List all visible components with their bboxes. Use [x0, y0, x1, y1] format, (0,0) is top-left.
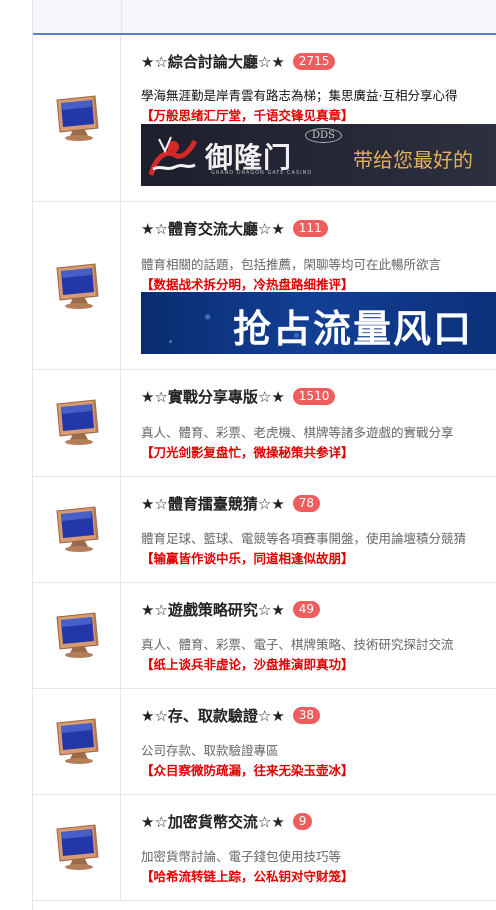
forum-title[interactable]: ★☆加密貨幣交流☆★: [141, 811, 285, 832]
forum-description: 體育足球、籃球、電競等各項賽事開盤，使用論壇積分競猜: [141, 531, 467, 546]
post-count-badge: 111: [292, 220, 328, 237]
ad-banner-yulongmen[interactable]: 御隆门 DDS GRAND DRAGON GATE CASINO 带给您最好的: [141, 124, 496, 186]
forum-title[interactable]: ★☆體育擂臺競猜☆★: [141, 493, 285, 514]
forum-title[interactable]: ★☆體育交流大廳☆★: [141, 218, 285, 239]
forum-row-practice[interactable]: ★☆實戰分享專版☆★ 1510 真人、體育、彩票、老虎機、棋牌等諸多遊戲的實戰分享…: [33, 370, 496, 477]
forum-row-crypto[interactable]: ★☆加密貨幣交流☆★ 9 加密貨幣討論、電子錢包使用技巧等 【哈希流转链上踪，公私…: [33, 795, 496, 901]
forum-slogan: 【输赢皆作谈中乐，同道相逢似故朋】: [141, 551, 354, 566]
forum-title[interactable]: ★☆實戰分享專版☆★: [141, 386, 285, 407]
forum-icon-cell: [33, 477, 121, 582]
post-count-badge: 49: [292, 601, 321, 618]
forum-content: ★☆加密貨幣交流☆★ 9 加密貨幣討論、電子錢包使用技巧等 【哈希流转链上踪，公私…: [141, 795, 496, 900]
forum-icon-cell: [33, 689, 121, 794]
monitor-icon: [56, 718, 99, 765]
forum-title[interactable]: ★☆存、取款驗證☆★: [141, 705, 285, 726]
forum-description: 體育相關的話題，包括推薦，閑聊等均可在此暢所欲言: [141, 257, 442, 272]
monitor-icon: [56, 263, 99, 310]
forum-description: 公司存款、取款驗證專區: [141, 743, 279, 758]
forum-row-deposit-verify[interactable]: ★☆存、取款驗證☆★ 38 公司存款、取款驗證專區 【众目察微防疏漏，往来无染玉壶…: [33, 689, 496, 795]
monitor-icon: [56, 399, 99, 446]
banner-subtext: GRAND DRAGON GATE CASINO: [211, 170, 313, 176]
banner-dds-mark: DDS: [305, 128, 342, 143]
table-header: [33, 0, 496, 35]
forum-slogan: 【众目察微防疏漏，往来无染玉壶冰】: [141, 763, 354, 778]
forum-slogan: 【哈希流转链上踪，公私钥对守财笼】: [141, 869, 354, 884]
forum-icon-cell: [33, 583, 121, 688]
forum-row-sports-betting[interactable]: ★☆體育擂臺競猜☆★ 78 體育足球、籃球、電競等各項賽事開盤，使用論壇積分競猜 …: [33, 477, 496, 583]
forum-icon-cell: [33, 35, 121, 201]
monitor-icon: [56, 612, 99, 659]
forum-content: ★☆體育擂臺競猜☆★ 78 體育足球、籃球、電競等各項賽事開盤，使用論壇積分競猜 …: [141, 477, 496, 582]
forum-icon-cell: [33, 202, 121, 369]
dragon-logo-icon: [148, 136, 198, 176]
post-count-badge: 2715: [292, 53, 336, 70]
monitor-icon: [56, 824, 99, 871]
post-count-badge: 9: [292, 813, 313, 830]
forum-description: 加密貨幣討論、電子錢包使用技巧等: [141, 849, 342, 864]
forum-slogan: 【刀光剑影复盘忙，微操秘策共参详】: [141, 445, 354, 460]
monitor-icon: [56, 506, 99, 553]
forum-slogan: 【纸上谈兵非虚论，沙盘推演即真功】: [141, 657, 354, 672]
forum-description: 真人、體育、彩票、電子、棋牌策略、技術研究探討交流: [141, 637, 454, 652]
forum-content: ★☆體育交流大廳☆★ 111 體育相關的話題，包括推薦，閑聊等均可在此暢所欲言 【…: [141, 202, 496, 369]
forum-icon-cell: [33, 370, 121, 476]
forum-content: ★☆實戰分享專版☆★ 1510 真人、體育、彩票、老虎機、棋牌等諸多遊戲的實戰分享…: [141, 370, 496, 476]
header-divider: [121, 0, 122, 33]
ad-banner-traffic[interactable]: 抢占流量风口: [141, 292, 496, 354]
forum-slogan: 【万般思绪汇厅堂，千语交锋见真章】: [141, 108, 354, 123]
forum-description: 真人、體育、彩票、老虎機、棋牌等諸多遊戲的實戰分享: [141, 425, 454, 440]
forum-title[interactable]: ★☆綜合討論大廳☆★: [141, 51, 285, 72]
forum-content: ★☆綜合討論大廳☆★ 2715 學海無涯勤是岸青雲有路志為梯；集思廣益·互相分享心…: [141, 35, 496, 201]
banner-text: 抢占流量风口: [233, 307, 474, 351]
post-count-badge: 38: [292, 707, 321, 724]
forum-description: 學海無涯勤是岸青雲有路志為梯；集思廣益·互相分享心得: [141, 88, 458, 103]
forum-icon-cell: [33, 795, 121, 900]
forum-content: ★☆存、取款驗證☆★ 38 公司存款、取款驗證專區 【众目察微防疏漏，往来无染玉壶…: [141, 689, 496, 794]
forum-content: ★☆遊戲策略研究☆★ 49 真人、體育、彩票、電子、棋牌策略、技術研究探討交流 【…: [141, 583, 496, 688]
forum-title[interactable]: ★☆遊戲策略研究☆★: [141, 599, 285, 620]
forum-slogan: 【数据战术拆分明，冷热盘路细推评】: [141, 277, 354, 292]
forum-row-general[interactable]: ★☆綜合討論大廳☆★ 2715 學海無涯勤是岸青雲有路志為梯；集思廣益·互相分享心…: [33, 35, 496, 202]
forum-row-strategy[interactable]: ★☆遊戲策略研究☆★ 49 真人、體育、彩票、電子、棋牌策略、技術研究探討交流 【…: [33, 583, 496, 689]
banner-tagline: 带给您最好的: [353, 148, 473, 172]
post-count-badge: 78: [292, 495, 321, 512]
post-count-badge: 1510: [292, 388, 336, 405]
monitor-icon: [56, 95, 99, 142]
forum-row-sports[interactable]: ★☆體育交流大廳☆★ 111 體育相關的話題，包括推薦，閑聊等均可在此暢所欲言 【…: [33, 202, 496, 370]
forum-list: ★☆綜合討論大廳☆★ 2715 學海無涯勤是岸青雲有路志為梯；集思廣益·互相分享心…: [32, 0, 496, 910]
